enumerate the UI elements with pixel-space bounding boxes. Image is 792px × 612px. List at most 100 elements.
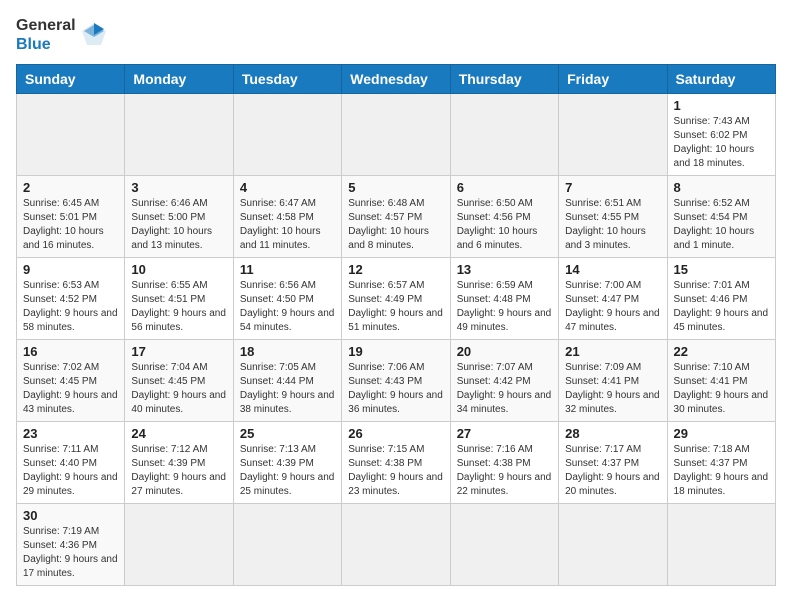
day-number: 27 (457, 426, 552, 441)
day-info: Sunrise: 7:07 AM Sunset: 4:42 PM Dayligh… (457, 361, 552, 417)
day-info: Sunrise: 6:50 AM Sunset: 4:56 PM Dayligh… (457, 197, 552, 253)
day-info: Sunrise: 7:11 AM Sunset: 4:40 PM Dayligh… (23, 443, 118, 499)
calendar-cell: 8 Sunrise: 6:52 AM Sunset: 4:54 PM Daylig… (667, 176, 775, 258)
day-number: 2 (23, 180, 118, 195)
logo: General Blue (16, 16, 108, 54)
calendar-week-row: 9 Sunrise: 6:53 AM Sunset: 4:52 PM Daylig… (17, 258, 776, 340)
calendar-week-row: 23 Sunrise: 7:11 AM Sunset: 4:40 PM Dayli… (17, 422, 776, 504)
calendar-cell (450, 94, 558, 176)
calendar-cell: 6Sunrise: 6:50 AM Sunset: 4:56 PM Daylig… (450, 176, 558, 258)
calendar-cell: 5Sunrise: 6:48 AM Sunset: 4:57 PM Daylig… (342, 176, 450, 258)
calendar-cell (559, 94, 667, 176)
day-info: Sunrise: 6:59 AM Sunset: 4:48 PM Dayligh… (457, 279, 552, 335)
weekday-header-tuesday: Tuesday (233, 65, 341, 94)
day-info: Sunrise: 7:05 AM Sunset: 4:44 PM Dayligh… (240, 361, 335, 417)
calendar-cell (125, 504, 233, 586)
calendar-cell: 16 Sunrise: 7:02 AM Sunset: 4:45 PM Dayli… (17, 340, 125, 422)
day-info: Sunrise: 6:55 AM Sunset: 4:51 PM Dayligh… (131, 279, 226, 335)
day-info: Sunrise: 7:02 AM Sunset: 4:45 PM Dayligh… (23, 361, 118, 417)
day-number: 7 (565, 180, 660, 195)
calendar-cell: 14Sunrise: 7:00 AM Sunset: 4:47 PM Dayli… (559, 258, 667, 340)
calendar-cell: 10Sunrise: 6:55 AM Sunset: 4:51 PM Dayli… (125, 258, 233, 340)
day-number: 28 (565, 426, 660, 441)
weekday-header-wednesday: Wednesday (342, 65, 450, 94)
calendar-cell (125, 94, 233, 176)
calendar-cell: 29Sunrise: 7:18 AM Sunset: 4:37 PM Dayli… (667, 422, 775, 504)
calendar-cell (233, 94, 341, 176)
calendar-cell: 12 Sunrise: 6:57 AM Sunset: 4:49 PM Dayli… (342, 258, 450, 340)
day-number: 13 (457, 262, 552, 277)
calendar-week-row: 16 Sunrise: 7:02 AM Sunset: 4:45 PM Dayli… (17, 340, 776, 422)
calendar-cell: 26 Sunrise: 7:15 AM Sunset: 4:38 PM Dayli… (342, 422, 450, 504)
calendar-cell: 30 Sunrise: 7:19 AM Sunset: 4:36 PM Dayli… (17, 504, 125, 586)
day-info: Sunrise: 7:15 AM Sunset: 4:38 PM Dayligh… (348, 443, 443, 499)
calendar-cell: 11Sunrise: 6:56 AM Sunset: 4:50 PM Dayli… (233, 258, 341, 340)
weekday-header-sunday: Sunday (17, 65, 125, 94)
day-number: 24 (131, 426, 226, 441)
calendar-week-row: 30 Sunrise: 7:19 AM Sunset: 4:36 PM Dayli… (17, 504, 776, 586)
day-info: Sunrise: 6:51 AM Sunset: 4:55 PM Dayligh… (565, 197, 660, 253)
day-info: Sunrise: 7:12 AM Sunset: 4:39 PM Dayligh… (131, 443, 226, 499)
day-number: 18 (240, 344, 335, 359)
day-info: Sunrise: 7:09 AM Sunset: 4:41 PM Dayligh… (565, 361, 660, 417)
day-info: Sunrise: 7:04 AM Sunset: 4:45 PM Dayligh… (131, 361, 226, 417)
day-info: Sunrise: 7:16 AM Sunset: 4:38 PM Dayligh… (457, 443, 552, 499)
calendar-cell (667, 504, 775, 586)
calendar-cell: 18 Sunrise: 7:05 AM Sunset: 4:44 PM Dayli… (233, 340, 341, 422)
calendar-cell: 17 Sunrise: 7:04 AM Sunset: 4:45 PM Dayli… (125, 340, 233, 422)
calendar-cell (17, 94, 125, 176)
calendar-cell: 23 Sunrise: 7:11 AM Sunset: 4:40 PM Dayli… (17, 422, 125, 504)
day-info: Sunrise: 6:56 AM Sunset: 4:50 PM Dayligh… (240, 279, 335, 335)
calendar-cell: 9 Sunrise: 6:53 AM Sunset: 4:52 PM Daylig… (17, 258, 125, 340)
day-info: Sunrise: 6:52 AM Sunset: 4:54 PM Dayligh… (674, 197, 769, 253)
day-info: Sunrise: 7:06 AM Sunset: 4:43 PM Dayligh… (348, 361, 443, 417)
day-number: 1 (674, 98, 769, 113)
day-number: 30 (23, 508, 118, 523)
calendar-cell: 19 Sunrise: 7:06 AM Sunset: 4:43 PM Dayli… (342, 340, 450, 422)
day-number: 9 (23, 262, 118, 277)
day-info: Sunrise: 7:13 AM Sunset: 4:39 PM Dayligh… (240, 443, 335, 499)
day-number: 8 (674, 180, 769, 195)
header: General Blue (16, 16, 776, 54)
day-info: Sunrise: 6:53 AM Sunset: 4:52 PM Dayligh… (23, 279, 118, 335)
day-number: 17 (131, 344, 226, 359)
calendar-cell (342, 504, 450, 586)
weekday-header-thursday: Thursday (450, 65, 558, 94)
day-number: 16 (23, 344, 118, 359)
day-number: 19 (348, 344, 443, 359)
weekday-header-saturday: Saturday (667, 65, 775, 94)
day-info: Sunrise: 7:10 AM Sunset: 4:41 PM Dayligh… (674, 361, 769, 417)
weekday-header-row: SundayMondayTuesdayWednesdayThursdayFrid… (17, 65, 776, 94)
calendar-cell (559, 504, 667, 586)
calendar-cell: 25Sunrise: 7:13 AM Sunset: 4:39 PM Dayli… (233, 422, 341, 504)
day-number: 21 (565, 344, 660, 359)
calendar-cell: 22Sunrise: 7:10 AM Sunset: 4:41 PM Dayli… (667, 340, 775, 422)
day-number: 26 (348, 426, 443, 441)
calendar-cell: 13 Sunrise: 6:59 AM Sunset: 4:48 PM Dayli… (450, 258, 558, 340)
calendar-cell: 20 Sunrise: 7:07 AM Sunset: 4:42 PM Dayli… (450, 340, 558, 422)
logo-flag-icon (80, 21, 108, 49)
day-number: 20 (457, 344, 552, 359)
calendar-cell: 7 Sunrise: 6:51 AM Sunset: 4:55 PM Daylig… (559, 176, 667, 258)
day-info: Sunrise: 7:43 AM Sunset: 6:02 PM Dayligh… (674, 115, 769, 171)
day-number: 29 (674, 426, 769, 441)
calendar-cell: 15Sunrise: 7:01 AM Sunset: 4:46 PM Dayli… (667, 258, 775, 340)
day-number: 23 (23, 426, 118, 441)
day-info: Sunrise: 6:47 AM Sunset: 4:58 PM Dayligh… (240, 197, 335, 253)
calendar: SundayMondayTuesdayWednesdayThursdayFrid… (16, 64, 776, 586)
day-info: Sunrise: 6:48 AM Sunset: 4:57 PM Dayligh… (348, 197, 443, 253)
day-number: 4 (240, 180, 335, 195)
day-info: Sunrise: 6:57 AM Sunset: 4:49 PM Dayligh… (348, 279, 443, 335)
weekday-header-monday: Monday (125, 65, 233, 94)
calendar-cell: 28 Sunrise: 7:17 AM Sunset: 4:37 PM Dayli… (559, 422, 667, 504)
day-info: Sunrise: 7:19 AM Sunset: 4:36 PM Dayligh… (23, 525, 118, 581)
calendar-cell (342, 94, 450, 176)
day-info: Sunrise: 7:17 AM Sunset: 4:37 PM Dayligh… (565, 443, 660, 499)
calendar-cell: 21 Sunrise: 7:09 AM Sunset: 4:41 PM Dayli… (559, 340, 667, 422)
day-number: 12 (348, 262, 443, 277)
calendar-cell: 4 Sunrise: 6:47 AM Sunset: 4:58 PM Daylig… (233, 176, 341, 258)
calendar-week-row: 2Sunrise: 6:45 AM Sunset: 5:01 PM Daylig… (17, 176, 776, 258)
day-number: 3 (131, 180, 226, 195)
calendar-cell: 3Sunrise: 6:46 AM Sunset: 5:00 PM Daylig… (125, 176, 233, 258)
day-info: Sunrise: 7:00 AM Sunset: 4:47 PM Dayligh… (565, 279, 660, 335)
